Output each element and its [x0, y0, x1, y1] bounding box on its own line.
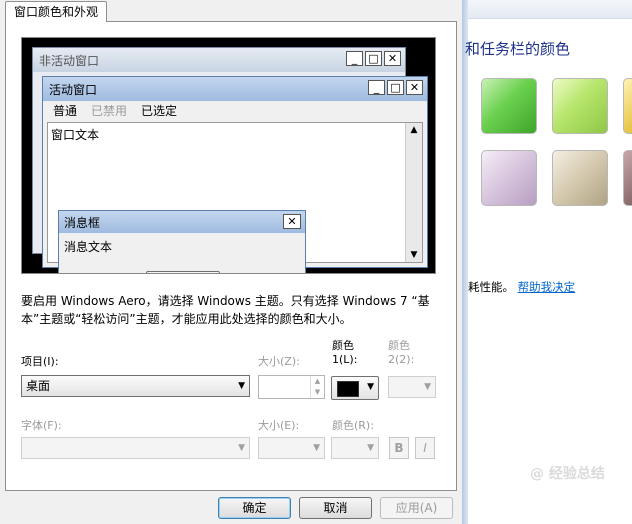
message-ok-button[interactable]: 确定	[146, 271, 220, 273]
active-window-title: 活动窗口	[49, 83, 98, 97]
font-color-label: 颜色(R):	[332, 419, 374, 432]
color2-picker[interactable]: ▼	[388, 376, 436, 398]
menu-normal[interactable]: 普通	[53, 102, 77, 120]
window-border	[462, 0, 468, 524]
item-select-value: 桌面	[26, 379, 51, 393]
color-swatch-lime[interactable]	[552, 78, 608, 134]
window-text: 窗口文本	[51, 128, 100, 142]
color1-swatch	[337, 381, 359, 397]
chevron-down-icon: ▼	[238, 443, 245, 453]
ok-button[interactable]: 确定	[218, 497, 291, 519]
window-color-dialog: 窗口颜色和外观 非活动窗口 _ □ ✕ 活动窗口 _ □ ✕ 普通 已禁用 已选…	[0, 0, 462, 524]
message-box-title: 消息框	[64, 216, 101, 230]
active-titlebar[interactable]: 活动窗口 _ □ ✕	[43, 77, 427, 101]
chevron-down-icon: ▼	[367, 382, 374, 392]
color-swatch-yellow[interactable]	[623, 78, 632, 134]
chevron-down-icon: ▼	[313, 443, 320, 453]
message-box-preview[interactable]: 消息框 ✕ 消息文本 确定	[58, 210, 306, 273]
color-swatch-brown[interactable]	[623, 150, 632, 206]
scroll-down-icon: ▼	[410, 250, 418, 260]
inactive-titlebar[interactable]: 非活动窗口 _ □ ✕	[33, 48, 405, 72]
color1-picker[interactable]: ▼	[331, 376, 379, 400]
item-label: 项目(I):	[21, 355, 59, 368]
color1-label-line1: 颜色	[332, 339, 354, 352]
preview-menubar: 普通 已禁用 已选定	[44, 102, 426, 120]
color-swatch-taupe[interactable]	[552, 150, 608, 206]
performance-note: 耗性能。 帮助我决定	[468, 279, 575, 295]
minimize-icon: _	[368, 80, 385, 95]
chevron-down-icon: ▼	[424, 382, 431, 392]
color2-label-line2: 2(2):	[388, 353, 415, 366]
tab-panel: 非活动窗口 _ □ ✕ 活动窗口 _ □ ✕ 普通 已禁用 已选定 窗口文本 ▲…	[5, 21, 457, 491]
close-icon: ✕	[283, 214, 301, 229]
watermark: @ 经验总结	[530, 466, 605, 482]
minimize-icon: _	[346, 51, 363, 66]
aero-description: 要启用 Windows Aero，请选择 Windows 主题。只有选择 Win…	[21, 294, 430, 326]
font-size-label: 大小(E):	[258, 419, 300, 432]
preview-scrollbar[interactable]: ▲ ▼	[405, 123, 422, 262]
close-icon: ✕	[406, 80, 423, 95]
bold-button[interactable]: B	[389, 437, 409, 459]
color2-label-line1: 颜色	[388, 339, 410, 352]
font-select[interactable]: ▼	[21, 437, 250, 459]
performance-note-text: 耗性能。	[468, 280, 514, 294]
chevron-down-icon: ▼	[367, 443, 374, 453]
appearance-preview[interactable]: 非活动窗口 _ □ ✕ 活动窗口 _ □ ✕ 普通 已禁用 已选定 窗口文本 ▲…	[21, 37, 436, 274]
menu-disabled[interactable]: 已禁用	[91, 102, 127, 120]
scroll-up-icon: ▲	[410, 125, 418, 135]
font-size-select[interactable]: ▼	[258, 437, 325, 459]
font-label: 字体(F):	[21, 419, 62, 432]
menu-selected[interactable]: 已选定	[141, 102, 177, 120]
item-select[interactable]: 桌面 ▼	[21, 375, 250, 397]
background-heading: 和任务栏的颜色	[465, 40, 571, 58]
maximize-icon: □	[387, 80, 404, 95]
message-text: 消息文本	[64, 240, 113, 254]
maximize-icon: □	[365, 51, 382, 66]
background-personalization-window: 和任务栏的颜色 耗性能。 帮助我决定 @ 经验总结	[462, 0, 632, 524]
message-box-titlebar[interactable]: 消息框 ✕	[59, 211, 305, 233]
color-swatch-lavender[interactable]	[481, 150, 537, 206]
font-color-picker[interactable]: ▼	[331, 437, 379, 459]
spinner-arrows-icon: ▲ ▼	[310, 376, 324, 398]
tab-window-color-appearance[interactable]: 窗口颜色和外观	[5, 1, 107, 22]
chevron-down-icon: ▼	[238, 381, 245, 391]
color-swatch-green[interactable]	[481, 78, 537, 134]
help-me-decide-link[interactable]: 帮助我决定	[518, 280, 576, 294]
italic-button[interactable]: I	[415, 437, 435, 459]
inactive-window-title: 非活动窗口	[39, 54, 100, 68]
close-icon: ✕	[384, 51, 401, 66]
color1-label-line2: 1(L):	[332, 353, 358, 366]
background-toolbar	[468, 0, 632, 19]
cancel-button[interactable]: 取消	[299, 497, 372, 519]
size-label: 大小(Z):	[258, 355, 300, 368]
apply-button[interactable]: 应用(A)	[380, 497, 453, 519]
size-stepper[interactable]: ▲ ▼	[258, 375, 325, 399]
